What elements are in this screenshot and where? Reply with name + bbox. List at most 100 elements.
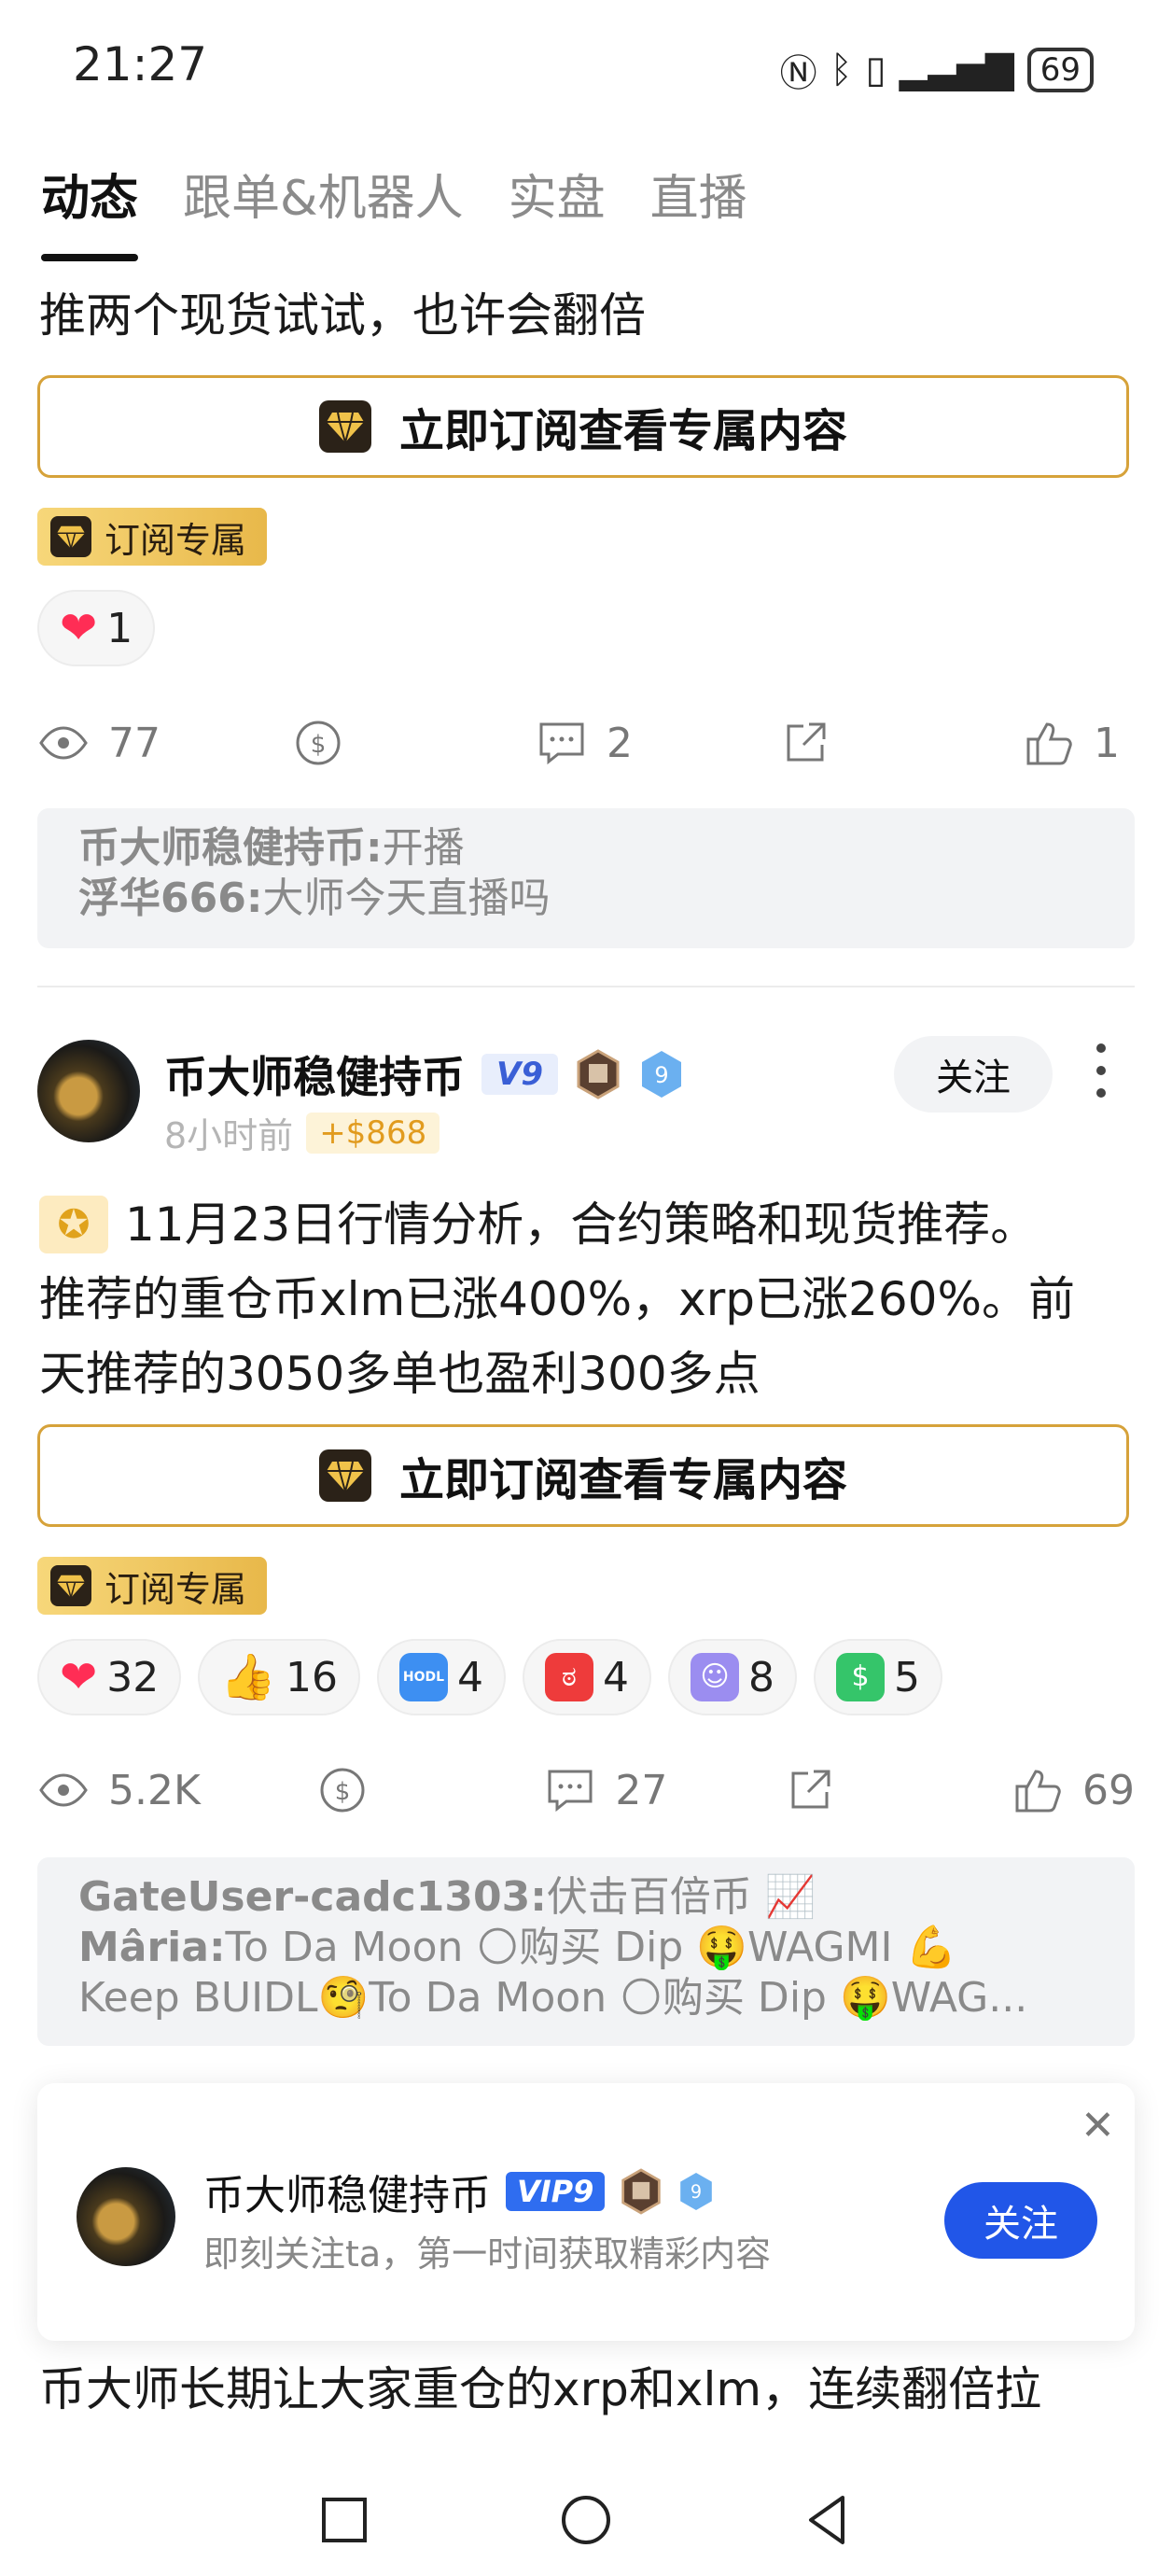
- subscriber-only-label: 订阅专属: [105, 519, 247, 561]
- diamond-icon: [318, 400, 371, 453]
- signal-icon: ▂▃▅▇: [899, 49, 1014, 91]
- popup-avatar[interactable]: [77, 2167, 175, 2266]
- reaction-count: 5: [893, 1653, 920, 1701]
- post-text: 币大师长期让大家重仓的xrp和xlm，连续翻倍拉: [39, 2362, 1042, 2416]
- svg-text:9: 9: [691, 2181, 702, 2203]
- vibrate-icon: ▯: [865, 49, 886, 91]
- popup-author-line: 币大师稳健持币 VIP9 9: [203, 2162, 715, 2221]
- home-icon[interactable]: [558, 2492, 614, 2548]
- comment-line: 币大师稳健持币:开播: [78, 823, 1094, 874]
- views-count: 5.2K: [108, 1766, 201, 1814]
- reaction-heart[interactable]: ❤ 1: [37, 590, 156, 666]
- svg-text:9: 9: [654, 1062, 668, 1088]
- subscribe-button[interactable]: 立即订阅查看专属内容: [37, 375, 1129, 478]
- views-counter: 5.2K: [37, 1764, 201, 1816]
- comment-user: GateUser-cadc1303:: [78, 1873, 547, 1921]
- comment-count: 2: [607, 719, 633, 767]
- comment-text: 开播: [382, 824, 465, 872]
- like-button[interactable]: 69: [1012, 1764, 1135, 1816]
- tip-button[interactable]: $: [292, 717, 404, 769]
- comment-button[interactable]: 2: [536, 717, 648, 769]
- share-icon: [787, 722, 826, 762]
- hodl-icon: HODL: [398, 1653, 448, 1701]
- reaction-count: 16: [285, 1653, 338, 1701]
- follow-button[interactable]: 关注: [894, 1036, 1053, 1113]
- like-count: 69: [1081, 1766, 1135, 1814]
- thumbs-up-icon: 👍: [220, 1651, 276, 1703]
- comment-line: GateUser-cadc1303:伏击百倍币 📈: [78, 1872, 1094, 1923]
- comment-line: Mâria:To Da Moon 🌕购买 Dip 🤑WAGMI 💪: [78, 1923, 1094, 1973]
- subscribe-button[interactable]: 立即订阅查看专属内容: [37, 1424, 1129, 1527]
- comment-text: 伏击百倍币 📈: [546, 1873, 816, 1921]
- recent-apps-icon[interactable]: [316, 2492, 372, 2548]
- medal-icon: ✪: [39, 1196, 108, 1253]
- post-action-bar: 5.2K $ 27 69: [37, 1764, 1135, 1816]
- reaction-heart[interactable]: ❤ 32: [37, 1639, 182, 1715]
- thumbs-up-icon: [1015, 1770, 1061, 1813]
- subscribe-button-label: 立即订阅查看专属内容: [398, 1454, 847, 1506]
- comment-text: Keep BUIDL🧐To Da Moon 🌕购买 Dip 🤑WAG...: [78, 1974, 1028, 2022]
- reaction-count: 1: [106, 604, 133, 652]
- views-counter: 77: [37, 717, 160, 769]
- status-icons: Ⓝ ᛒ ▯ ▂▃▅▇ 69: [780, 43, 1094, 97]
- tip-button[interactable]: $: [316, 1764, 428, 1816]
- tab-copy-trading[interactable]: 跟单&机器人: [183, 159, 464, 229]
- share-button[interactable]: [779, 717, 891, 769]
- comment-button[interactable]: 27: [544, 1764, 667, 1816]
- subscriber-only-label: 订阅专属: [105, 1568, 247, 1610]
- battery-icon: 69: [1026, 48, 1094, 92]
- post-text-line-2: 推荐的重仓币xlm已涨400%，xrp已涨260%。前: [39, 1272, 1075, 1326]
- eye-icon: [39, 1773, 88, 1807]
- tab-live-stream[interactable]: 直播: [650, 159, 747, 229]
- post-text-line-3: 天推荐的3050多单也盈利300多点: [39, 1347, 760, 1401]
- views-count: 77: [108, 719, 160, 767]
- tab-live-trading[interactable]: 实盘: [509, 159, 606, 229]
- bluetooth-icon: ᛒ: [830, 49, 853, 91]
- share-button[interactable]: [784, 1764, 896, 1816]
- subscriber-only-tag: 订阅专属: [37, 508, 268, 566]
- subscribe-button-label: 立即订阅查看专属内容: [398, 405, 847, 457]
- like-count: 1: [1094, 719, 1120, 767]
- rank-badge-icon: [621, 2168, 662, 2215]
- angry-face-icon: ಠ: [544, 1653, 593, 1701]
- money-face-icon: $: [835, 1653, 885, 1701]
- eye-icon: [39, 726, 88, 760]
- post-text: 推两个现货试试，也许会翻倍: [39, 288, 646, 343]
- tab-feed[interactable]: 动态: [41, 159, 138, 229]
- reaction-money-face[interactable]: $ 5: [813, 1639, 942, 1715]
- comment-count: 27: [615, 1766, 668, 1814]
- vip-badge: V9: [481, 1054, 558, 1095]
- reaction-hodl[interactable]: HODL 4: [376, 1639, 506, 1715]
- thumbs-up-icon: [1026, 722, 1072, 765]
- comment-preview[interactable]: GateUser-cadc1303:伏击百倍币 📈 Mâria:To Da Mo…: [37, 1857, 1135, 2046]
- reaction-count: 32: [106, 1653, 160, 1701]
- subscriber-only-tag: 订阅专属: [37, 1557, 268, 1615]
- author-avatar[interactable]: [37, 1040, 140, 1142]
- level-badge-icon: 9: [680, 2173, 713, 2210]
- post-time: 8小时前: [164, 1115, 294, 1156]
- comment-preview[interactable]: 币大师稳健持币:开播 浮华666:大师今天直播吗: [37, 808, 1135, 948]
- reaction-thumbs-up[interactable]: 👍 16: [198, 1639, 360, 1715]
- grimace-face-icon: ☺: [690, 1653, 739, 1701]
- close-icon[interactable]: ✕: [1081, 2106, 1115, 2147]
- like-button[interactable]: 1: [1023, 717, 1135, 769]
- post-meta: 8小时前 +$868: [164, 1107, 440, 1158]
- heart-icon: ❤: [60, 1651, 98, 1703]
- coin-icon: $: [320, 1768, 365, 1813]
- top-tabs: 动态 跟单&机器人 实盘 直播: [41, 159, 747, 229]
- author-line: 币大师稳健持币 V9 9: [164, 1043, 685, 1105]
- diamond-icon: [50, 516, 91, 557]
- reaction-angry[interactable]: ಠ 4: [522, 1639, 651, 1715]
- comment-text: 大师今天直播吗: [262, 875, 551, 922]
- comment-text: To Da Moon 🌕购买 Dip 🤑WAGMI 💪: [225, 1924, 957, 1971]
- back-icon[interactable]: [800, 2492, 856, 2548]
- coin-icon: $: [296, 721, 341, 765]
- diamond-icon: [50, 1565, 91, 1606]
- reaction-count: 8: [747, 1653, 774, 1701]
- share-icon: [791, 1770, 830, 1809]
- reaction-grimace[interactable]: ☺ 8: [667, 1639, 797, 1715]
- popup-follow-button[interactable]: 关注: [944, 2182, 1097, 2259]
- more-options-icon[interactable]: [1092, 1043, 1110, 1098]
- comment-line: Keep BUIDL🧐To Da Moon 🌕购买 Dip 🤑WAG...: [78, 1973, 1094, 2023]
- author-name[interactable]: 币大师稳健持币: [164, 1043, 465, 1105]
